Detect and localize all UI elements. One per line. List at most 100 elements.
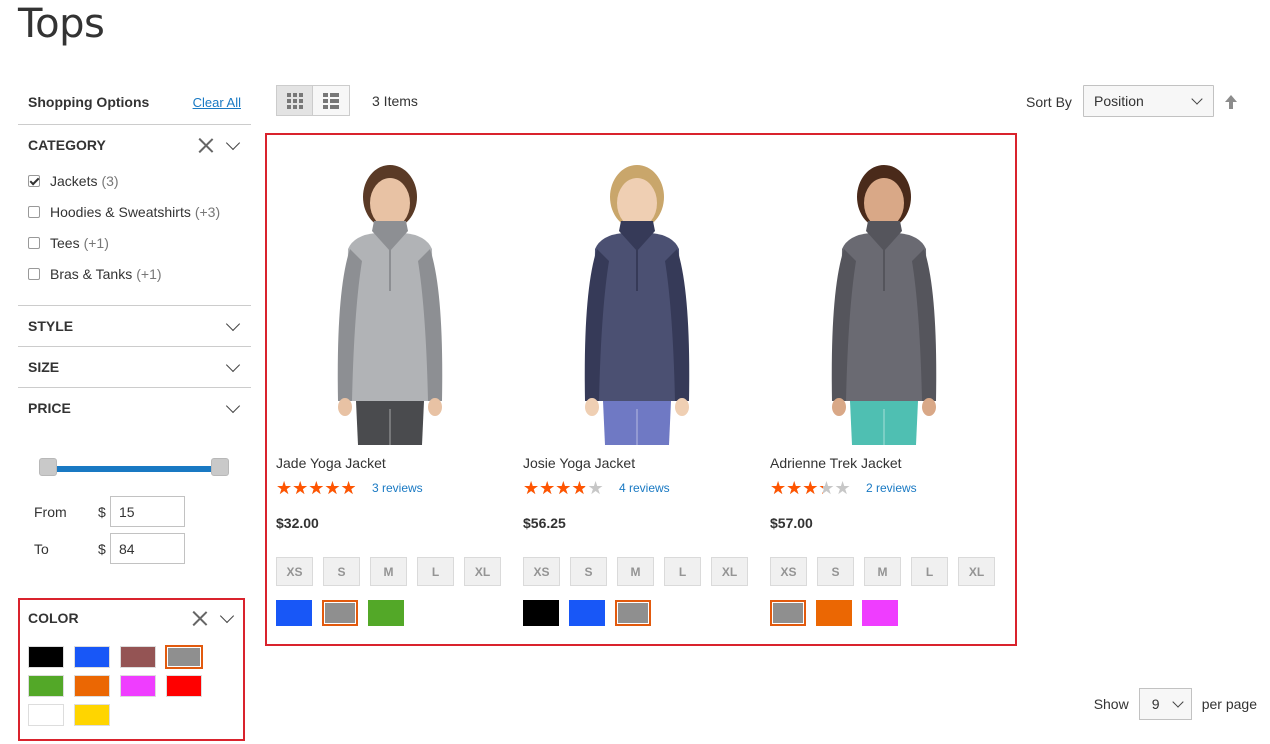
color-option-green[interactable]	[368, 600, 404, 626]
reviews-link[interactable]: 2 reviews	[866, 481, 917, 495]
category-filter: CATEGORY Jackets (3) Hoodies & Sweatshirts…	[18, 124, 251, 305]
category-option-count: (+1)	[136, 265, 162, 282]
close-icon[interactable]	[198, 137, 214, 153]
color-swatch-red[interactable]	[166, 675, 202, 697]
category-option[interactable]: Hoodies & Sweatshirts (+3)	[28, 196, 241, 227]
size-option[interactable]: M	[864, 557, 901, 586]
product-name[interactable]: Josie Yoga Jacket	[523, 455, 751, 471]
chevron-down-icon[interactable]	[225, 135, 241, 150]
size-option[interactable]: S	[323, 557, 360, 586]
size-option[interactable]: L	[417, 557, 454, 586]
size-option[interactable]: XL	[711, 557, 748, 586]
category-filter-header[interactable]: CATEGORY	[18, 125, 251, 165]
star-icon: ★★★★★	[523, 479, 585, 497]
product-image[interactable]	[770, 151, 998, 445]
size-option[interactable]: XS	[770, 557, 807, 586]
price-to-input[interactable]	[110, 533, 185, 564]
color-swatch-white[interactable]	[28, 704, 64, 726]
size-option[interactable]: L	[664, 557, 701, 586]
size-filter-header[interactable]: SIZE	[18, 347, 251, 387]
list-view-button[interactable]	[313, 85, 350, 116]
close-icon[interactable]	[192, 610, 208, 626]
category-option[interactable]: Bras & Tanks (+1)	[28, 258, 241, 289]
color-option-gray[interactable]	[322, 600, 358, 626]
style-filter: STYLE	[18, 305, 251, 346]
color-swatch-yellow[interactable]	[74, 704, 110, 726]
color-option-orange[interactable]	[816, 600, 852, 626]
category-checkbox[interactable]	[28, 236, 40, 249]
product-card: Josie Yoga Jacket ★★★★★★★★★★ 4 reviews $56.…	[523, 151, 751, 626]
model-illustration	[831, 165, 937, 445]
price-slider-max-handle[interactable]	[211, 458, 229, 476]
product-card: Adrienne Trek Jacket ★★★★★★★★★★ 2 reviews $…	[770, 151, 998, 626]
clear-all-link[interactable]: Clear All	[193, 95, 241, 110]
color-option-gray[interactable]	[770, 600, 806, 626]
size-option[interactable]: XL	[464, 557, 501, 586]
price-filter-header[interactable]: PRICE	[18, 388, 251, 428]
grid-view-button[interactable]	[276, 85, 313, 116]
chevron-down-icon[interactable]	[225, 398, 241, 413]
product-name[interactable]: Adrienne Trek Jacket	[770, 455, 998, 471]
category-option-label: Bras & Tanks	[50, 265, 133, 282]
category-checkbox[interactable]	[28, 205, 40, 218]
color-swatch-orange[interactable]	[74, 675, 110, 697]
reviews-link[interactable]: 4 reviews	[619, 481, 670, 495]
color-option-gray[interactable]	[615, 600, 651, 626]
price-slider-min-handle[interactable]	[39, 458, 57, 476]
sort-direction-icon[interactable]	[1223, 93, 1239, 111]
per-page-select[interactable]: 9	[1138, 688, 1192, 720]
category-option-count: (+1)	[83, 234, 109, 251]
color-option-black[interactable]	[523, 600, 559, 626]
product-price: $57.00	[770, 515, 813, 531]
color-option-blue[interactable]	[276, 600, 312, 626]
price-filter: PRICE From $ To $	[18, 387, 251, 578]
size-option[interactable]: S	[570, 557, 607, 586]
category-option[interactable]: Jackets (3)	[28, 165, 241, 196]
size-option[interactable]: L	[911, 557, 948, 586]
color-option-blue[interactable]	[569, 600, 605, 626]
color-swatch-black[interactable]	[28, 646, 64, 668]
category-list: Jackets (3) Hoodies & Sweatshirts (+3) Tees(…	[18, 165, 251, 305]
price-to-row: To $	[34, 533, 185, 564]
size-filter-title: SIZE	[28, 359, 60, 375]
color-option-purple[interactable]	[862, 600, 898, 626]
rating-stars: ★★★★★★★★★★	[770, 479, 858, 497]
price-slider-range[interactable]	[48, 466, 220, 472]
size-option[interactable]: M	[370, 557, 407, 586]
color-swatch-gray[interactable]	[165, 645, 203, 669]
size-option[interactable]: XL	[958, 557, 995, 586]
style-filter-header[interactable]: STYLE	[18, 306, 251, 346]
category-checkbox[interactable]	[28, 174, 40, 187]
product-image[interactable]	[523, 151, 751, 445]
chevron-down-icon[interactable]	[225, 357, 241, 372]
color-swatch-brown[interactable]	[120, 646, 156, 668]
color-options	[276, 600, 504, 626]
color-filter-header[interactable]: COLOR	[20, 600, 243, 636]
size-option[interactable]: XS	[523, 557, 560, 586]
category-checkbox[interactable]	[28, 267, 40, 280]
color-swatch-blue[interactable]	[74, 646, 110, 668]
product-name[interactable]: Jade Yoga Jacket	[276, 455, 504, 471]
size-options: XS S M L XL	[523, 557, 751, 586]
product-image[interactable]	[276, 151, 504, 445]
price-filter-title: PRICE	[28, 400, 71, 416]
currency-symbol: $	[98, 540, 106, 557]
category-option[interactable]: Tees (+1)	[28, 227, 241, 258]
chevron-down-icon[interactable]	[225, 316, 241, 331]
color-swatch-grid	[20, 636, 243, 736]
sort-by-select[interactable]: Position	[1083, 85, 1214, 117]
size-option[interactable]: M	[617, 557, 654, 586]
style-filter-title: STYLE	[28, 318, 74, 334]
price-range: From $ To $	[18, 428, 251, 578]
chevron-down-icon[interactable]	[219, 608, 235, 623]
rating-stars: ★★★★★★★★★★	[523, 479, 611, 497]
size-option[interactable]: S	[817, 557, 854, 586]
reviews-link[interactable]: 3 reviews	[372, 481, 423, 495]
rating-row: ★★★★★ ★★★★★ 3 reviews	[276, 479, 504, 497]
size-option[interactable]: XS	[276, 557, 313, 586]
color-swatch-purple[interactable]	[120, 675, 156, 697]
star-icon: ★★★★★	[276, 479, 356, 497]
color-filter: COLOR	[18, 598, 245, 741]
color-swatch-green[interactable]	[28, 675, 64, 697]
price-from-input[interactable]	[110, 496, 185, 527]
